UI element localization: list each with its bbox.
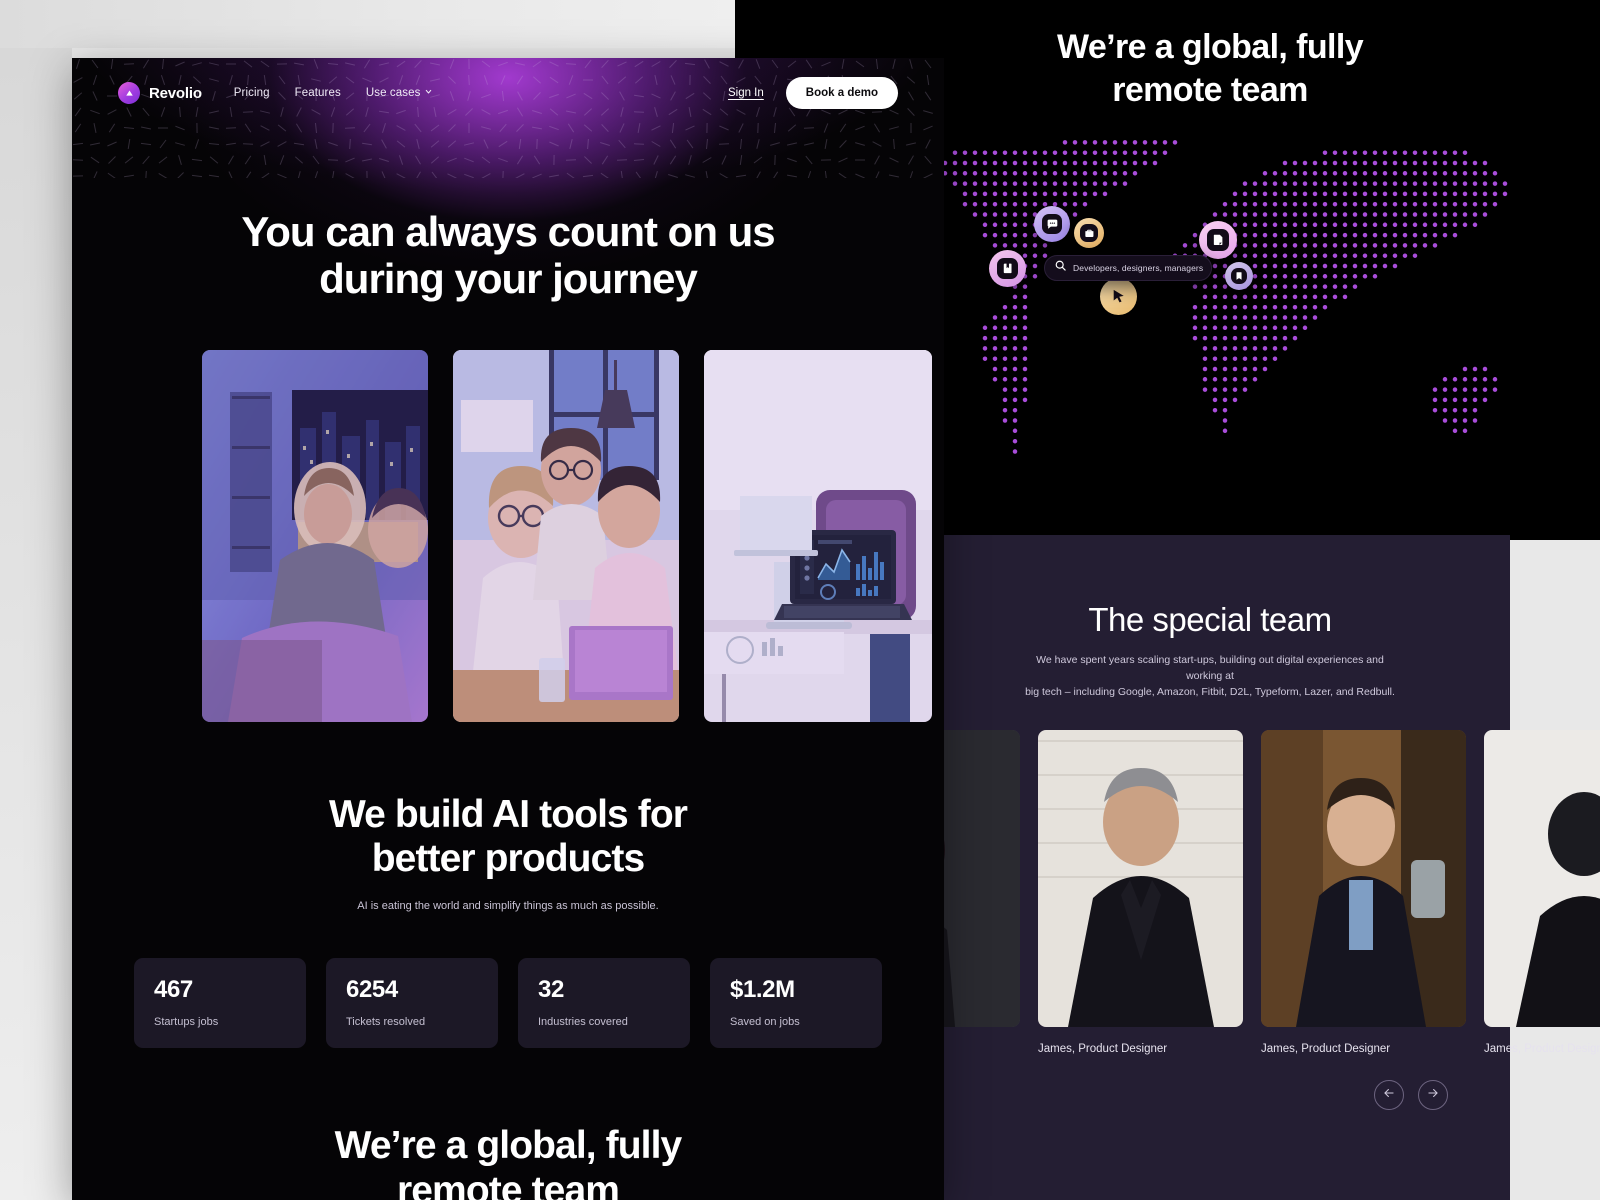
- map-pin-cursor[interactable]: [1100, 278, 1137, 315]
- team-section-title: The special team: [1088, 601, 1332, 638]
- stat-card: 32 Industries covered: [518, 957, 690, 1048]
- map-heading-line2: remote team: [1112, 70, 1308, 109]
- hero-photo-3: [704, 350, 932, 722]
- team-subtitle-line2: big tech – including Google, Amazon, Fit…: [1025, 685, 1395, 698]
- ai-title-line2: better products: [371, 837, 645, 881]
- team-card[interactable]: James, Product Designer: [1484, 730, 1600, 1055]
- search-icon: [1054, 259, 1067, 277]
- brand-logo[interactable]: Revolio: [118, 82, 202, 104]
- note-document-icon: [1206, 228, 1230, 252]
- nav-link-label: Features: [294, 87, 341, 99]
- map-section-heading: We’re a global, fully remote team: [910, 26, 1510, 111]
- nav-link-label: Use cases: [365, 87, 421, 99]
- ai-section-title: We build AI tools for better products: [72, 793, 944, 882]
- talent-search-bar[interactable]: Developers, designers, managers: [1044, 255, 1212, 281]
- stat-label: Industries covered: [538, 1015, 628, 1028]
- global-title-line1: We’re a global, fully: [334, 1124, 683, 1167]
- stat-value: $1.2M: [730, 975, 795, 1003]
- carousel-navigation[interactable]: [1374, 1080, 1448, 1110]
- team-member-photo: [1484, 730, 1600, 1027]
- global-team-title: We’re a global, fully remote team: [72, 1123, 944, 1200]
- stat-value: 467: [154, 975, 193, 1003]
- ai-section-subtitle: AI is eating the world and simplify thin…: [357, 899, 659, 912]
- global-team-map-section: We’re a global, fully remote team Develo…: [910, 0, 1510, 535]
- map-pin-note[interactable]: [1199, 221, 1237, 259]
- search-input-value[interactable]: Developers, designers, managers: [1073, 263, 1203, 273]
- sign-in-link[interactable]: Sign In: [728, 87, 764, 99]
- team-section-subtitle: We have spent years scaling start-ups, b…: [1020, 653, 1400, 700]
- stat-label: Saved on jobs: [730, 1015, 800, 1028]
- nav-link-pricing[interactable]: Pricing: [234, 87, 270, 99]
- book-icon: [996, 257, 1019, 280]
- map-pin-briefcase[interactable]: [1074, 218, 1104, 248]
- stat-card: $1.2M Saved on jobs: [710, 957, 882, 1048]
- landing-page-mockup: Revolio Pricing Features Use cases Sign …: [72, 58, 944, 1200]
- map-heading-line1: We’re a global, fully: [1056, 28, 1364, 66]
- desktop-backdrop-left: [0, 48, 72, 1200]
- global-title-line2: remote team: [396, 1169, 620, 1200]
- stat-label: Startups jobs: [154, 1015, 219, 1028]
- nav-link-features[interactable]: Features: [295, 87, 341, 99]
- team-card[interactable]: James, Product Designer: [1038, 730, 1243, 1055]
- hero-title-line2: during your journey: [319, 255, 698, 303]
- stat-label: Tickets resolved: [346, 1015, 426, 1028]
- site-navbar: Revolio Pricing Features Use cases Sign …: [72, 58, 944, 128]
- map-pin-chat[interactable]: [1034, 206, 1070, 242]
- team-member-photo: [1038, 730, 1243, 1027]
- stats-row: 467 Startups jobs 6254 Tickets resolved …: [72, 957, 944, 1048]
- chevron-down-icon: [424, 87, 433, 99]
- team-member-caption: James, Product Designer: [1484, 1043, 1600, 1055]
- carousel-next-button[interactable]: [1418, 1080, 1448, 1110]
- team-card[interactable]: James, Product Designer: [1261, 730, 1466, 1055]
- stat-value: 32: [538, 975, 564, 1003]
- revolio-mark-icon: [118, 82, 140, 104]
- stat-card: 467 Startups jobs: [134, 957, 306, 1048]
- map-pin-book[interactable]: [989, 250, 1026, 287]
- stat-value: 6254: [346, 975, 398, 1003]
- team-member-caption: James, Product Designer: [1038, 1043, 1168, 1055]
- team-member-photo: [1261, 730, 1466, 1027]
- team-subtitle-line1: We have spent years scaling start-ups, b…: [1036, 654, 1384, 682]
- hero-photo-1: [202, 350, 428, 722]
- nav-actions: Sign In Book a demo: [728, 77, 898, 109]
- arrow-left-icon: [1382, 1086, 1396, 1105]
- chat-bubble-icon: [1041, 213, 1063, 235]
- ai-tools-section: We build AI tools for better products AI…: [72, 793, 944, 1048]
- hero-photo-2: [453, 350, 679, 722]
- map-pin-bookmark[interactable]: [1225, 262, 1253, 290]
- nav-link-use-cases[interactable]: Use cases: [366, 87, 434, 99]
- special-team-section: The special team We have spent years sca…: [815, 535, 1600, 1200]
- desktop-backdrop-top: [0, 0, 735, 48]
- nav-link-label: Pricing: [233, 87, 270, 99]
- secondary-page-preview: We’re a global, fully remote team Develo…: [815, 0, 1600, 1200]
- team-member-caption: James, Product Designer: [1261, 1043, 1391, 1055]
- hero-title-line1: You can always count on us: [241, 208, 775, 255]
- brand-name: Revolio: [149, 84, 202, 102]
- arrow-right-icon: [1426, 1086, 1440, 1105]
- stat-card: 6254 Tickets resolved: [326, 957, 498, 1048]
- bookmark-icon: [1230, 267, 1248, 285]
- ai-title-line1: We build AI tools for: [328, 793, 688, 836]
- book-a-demo-button[interactable]: Book a demo: [785, 77, 898, 109]
- hero-photo-gallery: [202, 350, 932, 722]
- nav-links: Pricing Features Use cases: [234, 87, 434, 99]
- hero-title: You can always count on us during your j…: [72, 208, 944, 303]
- carousel-prev-button[interactable]: [1374, 1080, 1404, 1110]
- briefcase-icon: [1080, 224, 1098, 242]
- dotted-world-map: [910, 130, 1510, 470]
